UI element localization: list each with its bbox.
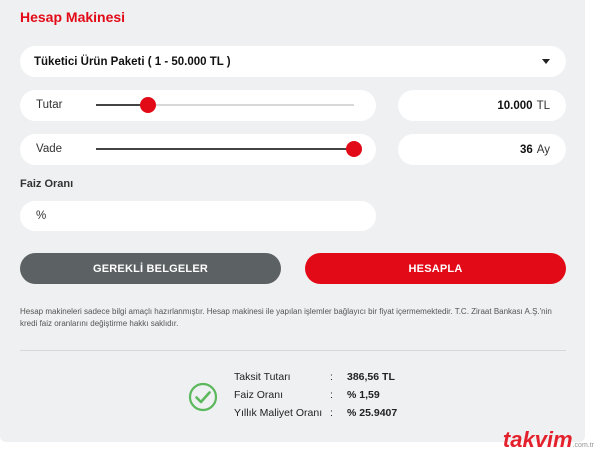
result-value: % 25.9407	[347, 407, 398, 419]
calculator-panel: Hesap Makinesi Tüketici Ürün Paketi ( 1 …	[0, 0, 585, 442]
term-value: 36	[519, 143, 533, 156]
divider	[20, 350, 566, 351]
disclaimer-text: Hesap makineleri sadece bilgi amaçlı haz…	[20, 307, 552, 328]
package-select[interactable]: Tüketici Ürün Paketi ( 1 - 50.000 TL )	[20, 46, 566, 77]
interest-input[interactable]: %	[20, 201, 376, 231]
required-documents-button[interactable]: GEREKLİ BELGELER	[20, 253, 281, 284]
page-title: Hesap Makinesi	[20, 9, 126, 25]
amount-slider-box: Tutar	[20, 90, 376, 121]
watermark-logo: takvim.com.tr	[503, 427, 594, 453]
amount-value-field[interactable]: 10.000 TL	[398, 90, 566, 121]
result-separator: :	[330, 389, 333, 401]
result-separator: :	[330, 371, 333, 383]
amount-unit: TL	[536, 99, 550, 112]
term-unit: Ay	[536, 143, 550, 156]
result-label: Faiz Oranı	[234, 389, 284, 401]
term-slider-fill	[96, 148, 354, 150]
result-value: % 1,59	[347, 389, 380, 401]
amount-value: 10.000	[497, 99, 533, 112]
package-select-value: Tüketici Ürün Paketi ( 1 - 50.000 TL )	[34, 55, 231, 68]
check-circle-icon	[188, 382, 218, 412]
interest-placeholder: %	[36, 210, 47, 222]
term-label: Vade	[36, 143, 63, 155]
amount-label: Tutar	[36, 99, 63, 111]
term-slider-box: Vade	[20, 134, 376, 165]
result-value: 386,56 TL	[347, 371, 395, 383]
term-slider-track[interactable]	[96, 141, 362, 157]
chevron-down-icon	[542, 59, 550, 64]
amount-slider-thumb[interactable]	[139, 97, 156, 113]
term-slider-thumb[interactable]	[346, 141, 362, 157]
term-value-field[interactable]: 36 Ay	[398, 134, 566, 165]
result-label: Yıllık Maliyet Oranı	[234, 407, 323, 419]
result-separator: :	[330, 407, 333, 419]
watermark-suffix: .com.tr	[572, 442, 594, 449]
watermark-brand: takvim	[502, 427, 573, 452]
interest-label: Faiz Oranı	[20, 178, 74, 190]
amount-slider-track[interactable]	[96, 97, 354, 113]
result-label: Taksit Tutarı	[234, 371, 291, 383]
calculate-button[interactable]: HESAPLA	[305, 253, 566, 284]
